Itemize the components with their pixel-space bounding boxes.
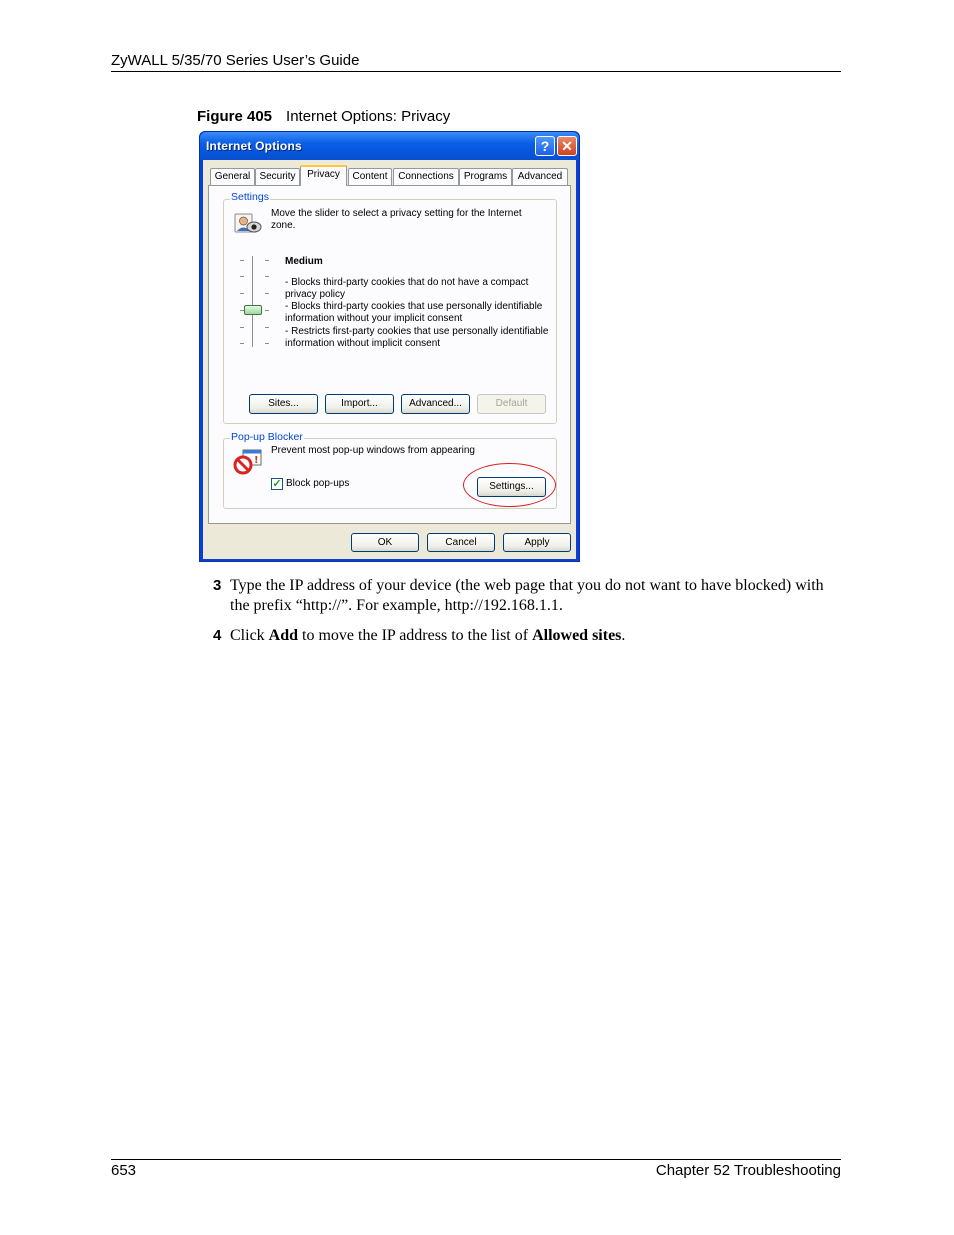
step-text-bold-allowed-sites: Allowed sites [532,627,622,644]
advanced-button[interactable]: Advanced... [401,394,470,414]
slider-tick [265,310,269,311]
import-button[interactable]: Import... [325,394,394,414]
privacy-description-1: - Blocks third-party cookies that do not… [285,277,529,300]
privacy-tab-panel: Settings Move the slider to select a pri… [208,185,571,524]
step-text: Type the IP address of your device (the … [230,577,824,614]
figure-label: Figure 405 [197,108,273,125]
slider-tick [240,276,244,277]
dialog-title: Internet Options [206,139,302,153]
step-number: 3 [213,577,222,594]
slider-thumb[interactable] [244,305,262,315]
slider-tick [265,293,269,294]
step-text-prefix: Click [230,627,269,644]
cancel-button[interactable]: Cancel [427,533,495,552]
page-number: 653 [111,1162,137,1179]
step-text-suffix: . [621,627,626,644]
popup-blocker-group-label: Pop-up Blocker [230,431,304,443]
tab-general[interactable]: General [210,168,255,185]
slider-tick [240,327,244,328]
svg-text:!: ! [254,455,259,466]
slider-tick [265,343,269,344]
step-3: 3 Type the IP address of your device (th… [213,576,840,616]
internet-options-dialog: Internet Options ? ✕ General Security Pr… [199,131,580,562]
help-button[interactable]: ? [535,136,555,156]
tab-content[interactable]: Content [348,168,392,185]
slider-tick [240,343,244,344]
slider-tick [265,276,269,277]
tab-programs[interactable]: Programs [459,168,512,185]
header-rule [111,71,841,72]
running-header: ZyWALL 5/35/70 Series User’s Guide [111,52,360,69]
block-popups-label: Block pop-ups [286,478,350,489]
settings-group-label: Settings [230,191,270,203]
highlight-ellipse [463,463,556,507]
slider-tick [240,260,244,261]
figure-caption: Figure 405 Internet Options: Privacy [197,108,450,125]
popup-blocker-icon: ! [233,449,263,475]
privacy-level-name: Medium [285,256,323,267]
dialog-titlebar[interactable]: Internet Options ? ✕ [200,132,579,160]
privacy-intro-text: Move the slider to select a privacy sett… [271,208,522,231]
slider-tick [265,260,269,261]
apply-button[interactable]: Apply [503,533,571,552]
figure-title: Internet Options: Privacy [286,108,451,125]
chapter-title: Chapter 52 Troubleshooting [655,1162,841,1179]
ok-button[interactable]: OK [351,533,419,552]
slider-track [252,256,253,347]
popup-blocker-description: Prevent most pop-up windows from appeari… [271,445,475,456]
close-button[interactable]: ✕ [557,136,577,156]
dialog-client: General Security Privacy Content Connect… [203,160,576,559]
step-4: 4 Click Add to move the IP address to the… [213,626,840,646]
block-popups-checkbox[interactable]: ✓ [271,478,283,490]
privacy-description-2: - Blocks third-party cookies that use pe… [285,301,543,324]
privacy-description-3: - Restricts first-party cookies that use… [285,326,549,349]
privacy-icon [234,212,262,236]
step-text-middle: to move the IP address to the list of [298,627,533,644]
default-button: Default [477,394,546,414]
slider-tick [265,327,269,328]
tab-connections[interactable]: Connections [393,168,459,185]
slider-tick [240,293,244,294]
tab-privacy[interactable]: Privacy [300,165,347,186]
step-text-bold-add: Add [268,627,299,644]
privacy-level-slider[interactable] [235,254,275,349]
footer-rule [111,1159,841,1160]
step-number: 4 [213,627,222,644]
tab-advanced[interactable]: Advanced [512,168,568,185]
sites-button[interactable]: Sites... [249,394,318,414]
tab-security[interactable]: Security [255,168,300,185]
